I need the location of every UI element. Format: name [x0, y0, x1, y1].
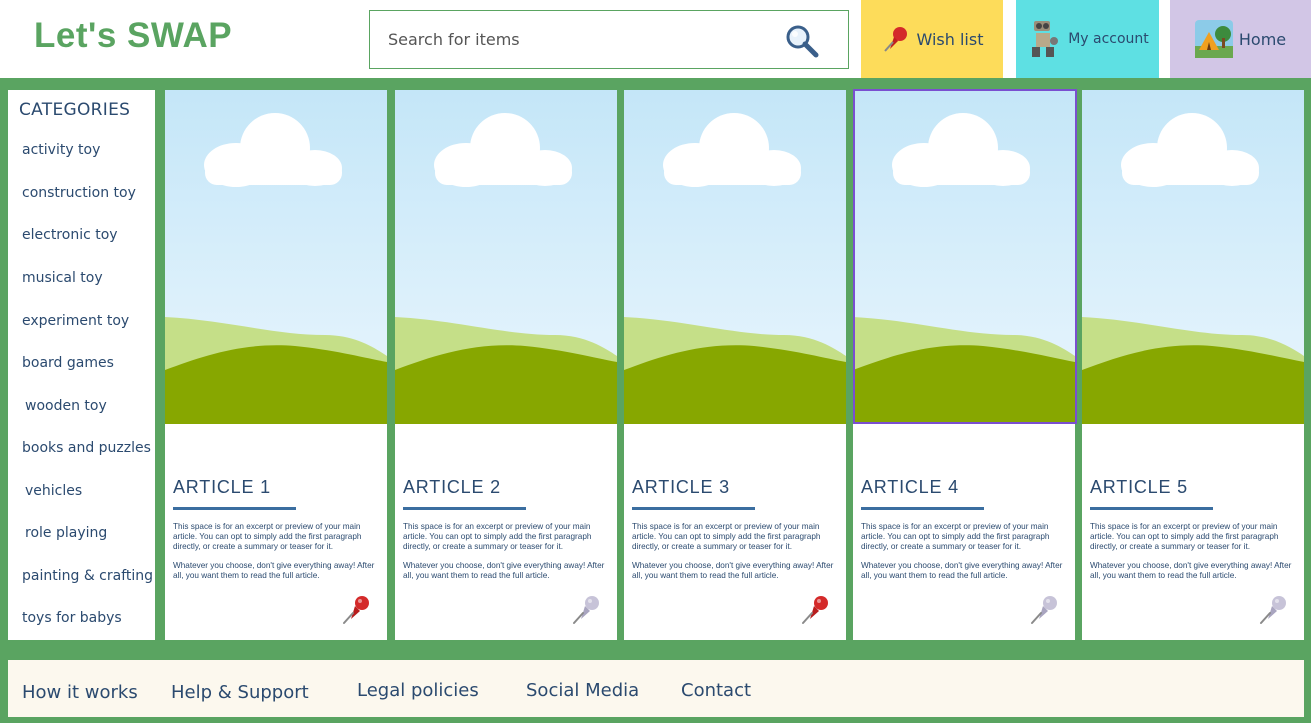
article-card[interactable]: ARTICLE 3 This space is for an excerpt o…	[624, 90, 846, 640]
grey-pin-icon[interactable]	[1029, 593, 1061, 625]
category-item[interactable]: painting & crafting	[22, 568, 153, 584]
landscape-placeholder-image	[1082, 90, 1304, 424]
category-item[interactable]: experiment toy	[22, 313, 129, 329]
article-teaser: Whatever you choose, don't give everythi…	[1090, 561, 1292, 580]
article-excerpt: This space is for an excerpt or preview …	[632, 522, 821, 551]
category-item[interactable]: activity toy	[22, 142, 100, 158]
footer-link-social-media[interactable]: Social Media	[526, 680, 639, 701]
category-item[interactable]: board games	[22, 355, 114, 371]
my-account-label: My account	[1068, 31, 1149, 47]
category-item[interactable]: role playing	[25, 525, 107, 541]
pushpin-icon	[883, 27, 907, 52]
category-item[interactable]: books and puzzles	[22, 440, 151, 456]
category-item[interactable]: toys for babys	[22, 610, 122, 626]
article-teaser: Whatever you choose, don't give everythi…	[861, 561, 1063, 580]
categories-heading: CATEGORIES	[19, 100, 131, 120]
wish-list-label: Wish list	[916, 29, 984, 49]
search-icon[interactable]	[784, 23, 820, 59]
footer-link-how-it-works[interactable]: How it works	[22, 682, 138, 703]
category-item[interactable]: musical toy	[22, 270, 103, 286]
my-account-button[interactable]: My account	[1016, 0, 1159, 78]
landscape-placeholder-image	[853, 90, 1075, 424]
home-label: Home	[1238, 29, 1287, 49]
article-excerpt: This space is for an excerpt or preview …	[403, 522, 592, 551]
article-teaser: Whatever you choose, don't give everythi…	[173, 561, 375, 580]
article-title[interactable]: ARTICLE 5	[1090, 477, 1188, 498]
title-underline	[632, 507, 755, 510]
article-teaser: Whatever you choose, don't give everythi…	[632, 561, 834, 580]
footer-link-contact[interactable]: Contact	[681, 680, 751, 701]
article-title[interactable]: ARTICLE 2	[403, 477, 501, 498]
article-title[interactable]: ARTICLE 3	[632, 477, 730, 498]
category-item[interactable]: vehicles	[25, 483, 82, 499]
search-input[interactable]	[388, 30, 768, 49]
red-pin-icon[interactable]	[341, 593, 373, 625]
article-teaser: Whatever you choose, don't give everythi…	[403, 561, 605, 580]
article-excerpt: This space is for an excerpt or preview …	[861, 522, 1050, 551]
landscape-placeholder-image	[395, 90, 617, 424]
title-underline	[861, 507, 984, 510]
category-item[interactable]: electronic toy	[22, 227, 118, 243]
title-underline	[173, 507, 296, 510]
title-underline	[1090, 507, 1213, 510]
categories-sidebar: CATEGORIES activity toy construction toy…	[8, 90, 155, 640]
article-card[interactable]: ARTICLE 2 This space is for an excerpt o…	[395, 90, 617, 640]
article-title[interactable]: ARTICLE 4	[861, 477, 959, 498]
landscape-placeholder-image	[165, 90, 387, 424]
article-excerpt: This space is for an excerpt or preview …	[1090, 522, 1279, 551]
footer-link-help-support[interactable]: Help & Support	[171, 682, 309, 703]
article-title[interactable]: ARTICLE 1	[173, 477, 271, 498]
wish-list-button[interactable]: Wish list	[861, 0, 1003, 78]
robot-avatar-icon	[1032, 21, 1059, 57]
camping-tent-icon	[1194, 20, 1233, 58]
search-box[interactable]	[369, 10, 849, 69]
landscape-placeholder-image	[624, 90, 846, 424]
grey-pin-icon[interactable]	[571, 593, 603, 625]
footer-link-legal-policies[interactable]: Legal policies	[357, 680, 479, 701]
grey-pin-icon[interactable]	[1258, 593, 1290, 625]
article-card[interactable]: ARTICLE 5 This space is for an excerpt o…	[1082, 90, 1304, 640]
site-logo[interactable]: Let's SWAP	[34, 16, 232, 56]
footer-bar: How it works Help & Support Legal polici…	[8, 660, 1304, 717]
red-pin-icon[interactable]	[800, 593, 832, 625]
category-item[interactable]: wooden toy	[25, 398, 107, 414]
category-item[interactable]: construction toy	[22, 185, 136, 201]
home-button[interactable]: Home	[1170, 0, 1311, 78]
article-card[interactable]: ARTICLE 4 This space is for an excerpt o…	[853, 89, 1077, 640]
article-excerpt: This space is for an excerpt or preview …	[173, 522, 362, 551]
article-card[interactable]: ARTICLE 1 This space is for an excerpt o…	[165, 90, 387, 640]
title-underline	[403, 507, 526, 510]
